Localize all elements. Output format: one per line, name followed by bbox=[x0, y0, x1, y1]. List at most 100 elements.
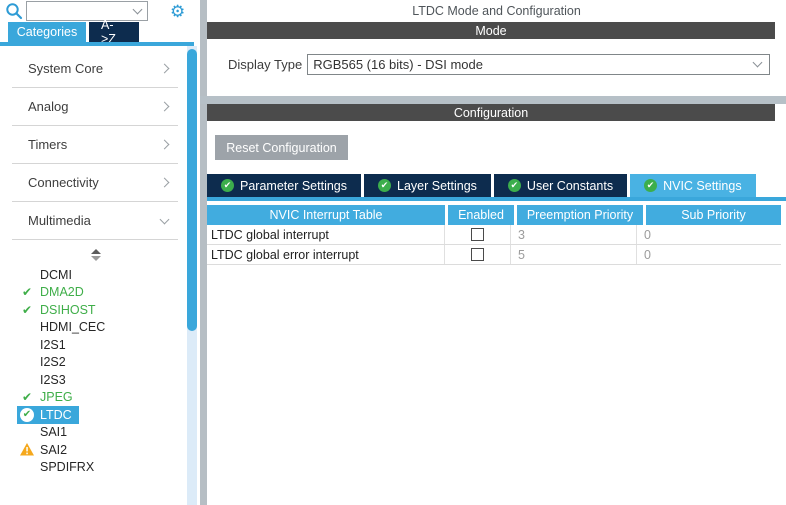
preemption-priority-cell[interactable]: 5 bbox=[511, 245, 637, 264]
reset-configuration-button[interactable]: Reset Configuration bbox=[215, 135, 348, 160]
page-title: LTDC Mode and Configuration bbox=[207, 0, 786, 22]
configuration-tabs: ✔ Parameter Settings ✔ Layer Settings ✔ … bbox=[207, 174, 786, 197]
sub-priority-cell[interactable]: 0 bbox=[637, 245, 781, 264]
chevron-down-icon bbox=[160, 214, 170, 224]
peripheral-i2s3[interactable]: I2S3 bbox=[17, 371, 73, 389]
category-multimedia[interactable]: Multimedia bbox=[12, 202, 178, 240]
gear-icon[interactable]: ⚙ bbox=[170, 3, 185, 20]
check-icon: ✔ bbox=[19, 285, 35, 300]
peripheral-label: SPDIFRX bbox=[40, 460, 94, 474]
peripheral-hdmi-cec[interactable]: HDMI_CEC bbox=[17, 319, 112, 337]
tab-categories[interactable]: Categories bbox=[8, 22, 86, 42]
main-panel: LTDC Mode and Configuration Mode Display… bbox=[207, 0, 786, 505]
table-row: LTDC global error interrupt 5 0 bbox=[207, 245, 781, 265]
search-icon bbox=[5, 2, 23, 20]
category-label: Timers bbox=[28, 137, 67, 152]
interrupt-name-cell: LTDC global error interrupt bbox=[207, 245, 445, 264]
category-system-core[interactable]: System Core bbox=[12, 50, 178, 88]
table-row: LTDC global interrupt 3 0 bbox=[207, 225, 781, 245]
enabled-cell bbox=[445, 225, 511, 244]
category-connectivity[interactable]: Connectivity bbox=[12, 164, 178, 202]
peripheral-spdifrx[interactable]: SPDIFRX bbox=[17, 459, 101, 477]
check-circle-icon: ✔ bbox=[508, 179, 521, 192]
sidebar-search-row: ⚙ bbox=[0, 0, 200, 22]
peripheral-label: JPEG bbox=[40, 390, 73, 404]
enabled-checkbox[interactable] bbox=[471, 248, 484, 261]
interrupt-name-cell: LTDC global interrupt bbox=[207, 225, 445, 244]
check-circle-icon: ✔ bbox=[221, 179, 234, 192]
peripheral-label: I2S2 bbox=[40, 355, 66, 369]
category-analog[interactable]: Analog bbox=[12, 88, 178, 126]
triangle-up-icon bbox=[91, 249, 101, 254]
peripheral-label: DCMI bbox=[40, 268, 72, 282]
column-header-enabled: Enabled bbox=[448, 205, 514, 225]
category-list: System Core Analog Timers Connectivity M… bbox=[12, 50, 178, 240]
triangle-down-icon bbox=[91, 256, 101, 261]
mode-section-header: Mode bbox=[207, 22, 775, 39]
tab-nvic-settings[interactable]: ✔ NVIC Settings bbox=[630, 174, 756, 197]
peripheral-list: DCMI ✔ DMA2D ✔ DSIHOST HDMI_CEC I2S1 I2S… bbox=[17, 266, 187, 476]
check-icon: ✔ bbox=[19, 390, 35, 405]
sidebar-tabs-underline bbox=[0, 42, 194, 46]
tab-label: User Constants bbox=[527, 179, 613, 193]
category-label: Analog bbox=[28, 99, 68, 114]
peripheral-label: LTDC bbox=[40, 408, 72, 422]
display-type-value: RGB565 (16 bits) - DSI mode bbox=[313, 57, 754, 72]
chevron-right-icon bbox=[160, 64, 170, 74]
peripheral-label: DSIHOST bbox=[40, 303, 96, 317]
configuration-section-header: Configuration bbox=[207, 104, 775, 121]
sidebar-scrollbar-thumb[interactable] bbox=[187, 49, 197, 331]
tab-a-to-z[interactable]: A->Z bbox=[89, 22, 139, 42]
category-timers[interactable]: Timers bbox=[12, 126, 178, 164]
peripheral-sidebar: ⚙ Categories A->Z System Core Analog Tim… bbox=[0, 0, 200, 505]
category-label: System Core bbox=[28, 61, 103, 76]
ltdc-configuration-window: ⚙ Categories A->Z System Core Analog Tim… bbox=[0, 0, 786, 505]
tab-label: Parameter Settings bbox=[240, 179, 347, 193]
peripheral-label: SAI1 bbox=[40, 425, 67, 439]
tab-label: NVIC Settings bbox=[663, 179, 742, 193]
sub-priority-cell[interactable]: 0 bbox=[637, 225, 781, 244]
peripheral-i2s2[interactable]: I2S2 bbox=[17, 354, 73, 372]
tab-user-constants[interactable]: ✔ User Constants bbox=[494, 174, 627, 197]
panel-splitter[interactable] bbox=[200, 0, 207, 505]
peripheral-sai2[interactable]: SAI2 bbox=[17, 441, 74, 459]
display-type-select[interactable]: RGB565 (16 bits) - DSI mode bbox=[307, 54, 770, 75]
sidebar-tabs: Categories A->Z bbox=[0, 22, 200, 42]
peripheral-dma2d[interactable]: ✔ DMA2D bbox=[17, 284, 91, 302]
peripheral-jpeg[interactable]: ✔ JPEG bbox=[17, 389, 80, 407]
peripheral-label: HDMI_CEC bbox=[40, 320, 105, 334]
peripheral-dsihost[interactable]: ✔ DSIHOST bbox=[17, 301, 103, 319]
tab-layer-settings[interactable]: ✔ Layer Settings bbox=[364, 174, 491, 197]
chevron-right-icon bbox=[160, 140, 170, 150]
list-resize-handle-icon[interactable] bbox=[90, 249, 102, 262]
peripheral-label: I2S3 bbox=[40, 373, 66, 387]
chevron-down-icon bbox=[133, 4, 143, 14]
category-label: Multimedia bbox=[28, 213, 91, 228]
peripheral-i2s1[interactable]: I2S1 bbox=[17, 336, 73, 354]
warning-triangle-icon bbox=[19, 442, 35, 457]
chevron-down-icon bbox=[753, 58, 763, 68]
check-circle-icon: ✔ bbox=[19, 407, 35, 422]
check-circle-icon: ✔ bbox=[644, 179, 657, 192]
peripheral-sai1[interactable]: SAI1 bbox=[17, 424, 74, 442]
tab-underline bbox=[207, 197, 786, 201]
tab-label: Layer Settings bbox=[397, 179, 477, 193]
enabled-cell bbox=[445, 245, 511, 264]
search-input[interactable] bbox=[26, 1, 148, 21]
column-header-sub-priority: Sub Priority bbox=[646, 205, 781, 225]
preemption-priority-cell[interactable]: 3 bbox=[511, 225, 637, 244]
check-circle-icon: ✔ bbox=[378, 179, 391, 192]
peripheral-label: I2S1 bbox=[40, 338, 66, 352]
peripheral-label: SAI2 bbox=[40, 443, 67, 457]
tab-parameter-settings[interactable]: ✔ Parameter Settings bbox=[207, 174, 361, 197]
enabled-checkbox[interactable] bbox=[471, 228, 484, 241]
peripheral-ltdc[interactable]: ✔ LTDC bbox=[17, 406, 79, 424]
mode-section-body: Display Type RGB565 (16 bits) - DSI mode bbox=[207, 39, 786, 96]
display-type-label: Display Type bbox=[228, 54, 302, 75]
peripheral-dcmi[interactable]: DCMI bbox=[17, 266, 79, 284]
sidebar-scrollbar-track[interactable] bbox=[187, 46, 197, 505]
check-icon: ✔ bbox=[19, 302, 35, 317]
chevron-right-icon bbox=[160, 178, 170, 188]
column-header-preemption-priority: Preemption Priority bbox=[517, 205, 643, 225]
category-label: Connectivity bbox=[28, 175, 99, 190]
